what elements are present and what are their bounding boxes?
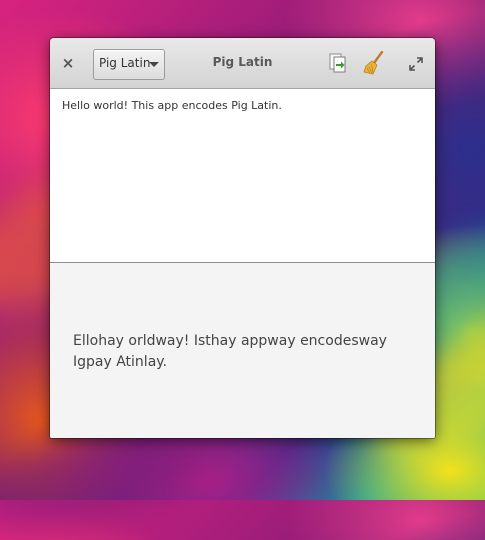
copy-icon	[329, 53, 346, 73]
header-bar: × Pig Latin Pig Latin	[50, 38, 435, 89]
broom-icon	[363, 50, 384, 75]
output-panel: Ellohay orldway! Isthay appway encodeswa…	[50, 263, 435, 438]
maximize-icon	[409, 57, 423, 71]
clear-button[interactable]	[363, 50, 385, 75]
input-text: Hello world! This app encodes Pig Latin.	[62, 99, 282, 112]
app-window: × Pig Latin Pig Latin Hello world! This …	[50, 38, 435, 438]
maximize-button[interactable]	[409, 56, 423, 71]
copy-button[interactable]	[329, 53, 347, 73]
input-textarea[interactable]: Hello world! This app encodes Pig Latin.	[50, 89, 435, 263]
output-text: Ellohay orldway! Isthay appway encodeswa…	[73, 333, 387, 370]
